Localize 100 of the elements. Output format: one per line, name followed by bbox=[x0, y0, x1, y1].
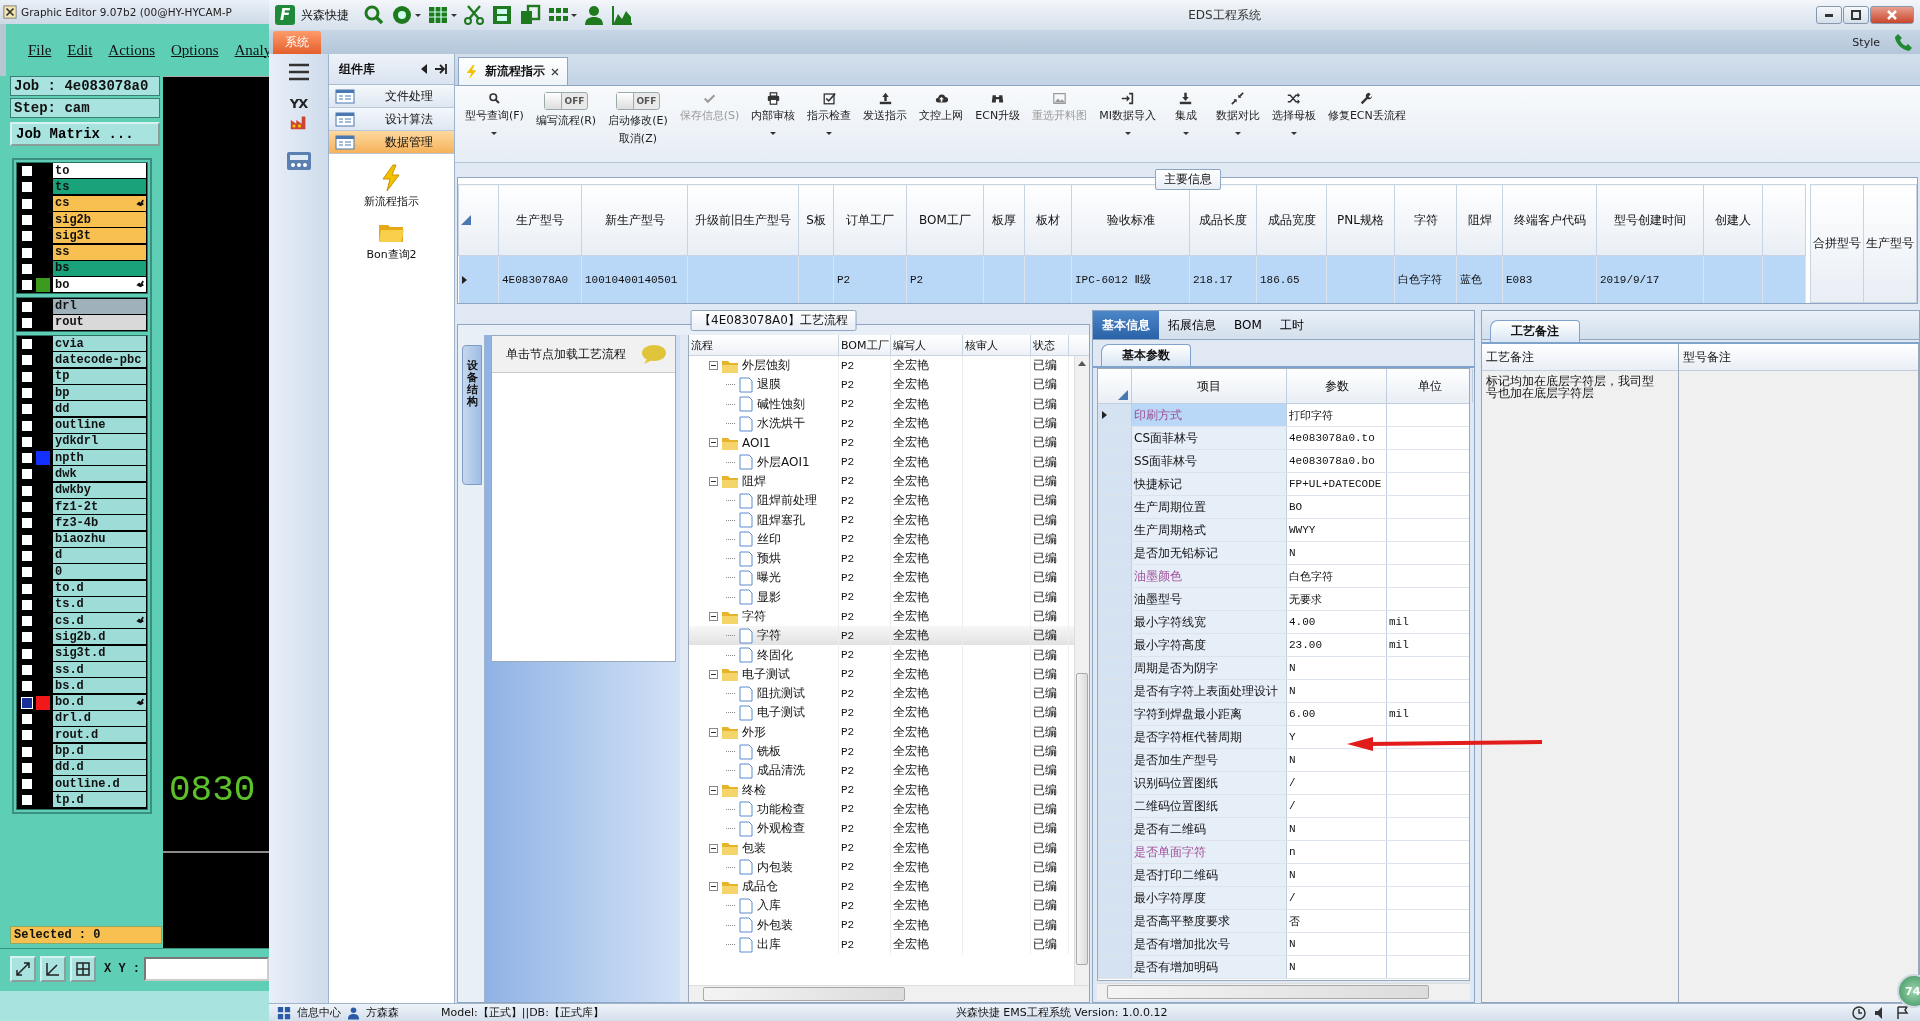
layer-name[interactable]: 0 bbox=[53, 564, 146, 581]
column-header[interactable]: 型号创建时间 bbox=[1596, 184, 1704, 256]
tree-node-label[interactable]: 丝印 bbox=[757, 530, 781, 548]
tree-node-label[interactable]: 包装 bbox=[742, 839, 766, 857]
layer-name[interactable]: rout.d bbox=[53, 727, 146, 744]
collapse-box-icon[interactable] bbox=[709, 727, 718, 737]
collapse-box-icon[interactable] bbox=[709, 669, 718, 679]
caret-icon[interactable] bbox=[770, 132, 777, 135]
toggle-switch[interactable]: OFF bbox=[544, 92, 589, 110]
layer-checkbox[interactable] bbox=[21, 403, 33, 416]
layer-name[interactable]: npth bbox=[53, 450, 146, 467]
column-header[interactable]: BOM工厂 bbox=[906, 184, 984, 256]
tree-node-label[interactable]: 碱性蚀刻 bbox=[757, 395, 805, 413]
flag-icon[interactable] bbox=[1896, 1005, 1910, 1020]
layer-name[interactable]: bp bbox=[53, 385, 146, 401]
layer-checkbox[interactable] bbox=[21, 680, 33, 693]
caret-icon[interactable] bbox=[491, 132, 498, 135]
tree-node-label[interactable]: 终检 bbox=[742, 781, 766, 799]
layer-name[interactable]: fz3-4b bbox=[53, 515, 146, 532]
zoom-tool-button[interactable] bbox=[10, 956, 36, 982]
layer-checkbox[interactable] bbox=[21, 316, 33, 329]
tree-node-label[interactable]: 预烘 bbox=[757, 550, 781, 568]
layer-checkbox[interactable] bbox=[21, 338, 33, 351]
layer-checkbox[interactable] bbox=[21, 214, 33, 227]
layer-checkbox[interactable] bbox=[21, 484, 33, 497]
layer-checkbox[interactable] bbox=[21, 598, 33, 611]
column-header[interactable]: 生产型号 bbox=[498, 184, 582, 256]
layer-checkbox[interactable] bbox=[21, 419, 33, 432]
layer-name[interactable]: drl bbox=[53, 298, 146, 315]
layer-name[interactable]: datecode-pbc bbox=[53, 352, 146, 369]
layer-checkbox[interactable] bbox=[21, 435, 33, 448]
library-item[interactable]: 设计算法 bbox=[329, 108, 454, 131]
layer-name[interactable]: sig3t.d bbox=[53, 645, 146, 662]
close-button[interactable] bbox=[1870, 6, 1914, 24]
factory-logo[interactable]: YX bbox=[281, 96, 316, 136]
layer-checkbox[interactable] bbox=[21, 262, 33, 275]
layer-name[interactable]: sig3t bbox=[53, 228, 146, 245]
section-tab[interactable]: 基本参数 bbox=[1101, 344, 1191, 366]
collapse-icon[interactable] bbox=[419, 63, 428, 75]
tree-node-label[interactable]: 外形 bbox=[742, 723, 766, 741]
layer-name[interactable]: dd bbox=[53, 401, 146, 418]
cancel-button[interactable]: 取消(Z) bbox=[618, 131, 657, 146]
column-header[interactable]: 生产型号 bbox=[1863, 184, 1917, 303]
collapse-box-icon[interactable] bbox=[709, 361, 718, 371]
tree-node-label[interactable]: 水洗烘干 bbox=[757, 415, 805, 433]
column-header[interactable]: 流程 bbox=[689, 335, 839, 355]
column-header[interactable]: 状态 bbox=[1031, 335, 1069, 355]
toolbar-button[interactable]: 选择母板 bbox=[1267, 90, 1320, 137]
menu-item[interactable]: Options bbox=[171, 41, 219, 59]
minimize-button[interactable] bbox=[1816, 6, 1842, 24]
tree-node-label[interactable]: 显影 bbox=[757, 588, 781, 606]
film-icon[interactable] bbox=[491, 4, 513, 26]
tab[interactable]: 拓展信息 bbox=[1159, 311, 1225, 339]
layer-checkbox[interactable] bbox=[21, 615, 33, 628]
tree-node-label[interactable]: 终固化 bbox=[757, 646, 793, 664]
column-header[interactable]: S板 bbox=[798, 184, 834, 256]
layer-checkbox[interactable] bbox=[21, 794, 33, 807]
menu-item[interactable]: File bbox=[28, 41, 52, 59]
caret-icon[interactable] bbox=[826, 132, 833, 135]
layer-checkbox[interactable] bbox=[21, 517, 33, 530]
layer-checkbox[interactable] bbox=[21, 712, 33, 725]
toggle-label[interactable]: 编写流程(R) bbox=[535, 113, 597, 128]
layer-checkbox[interactable] bbox=[21, 387, 33, 399]
style-menu[interactable]: Style bbox=[1852, 35, 1880, 49]
column-header[interactable]: 验收标准 bbox=[1071, 184, 1190, 256]
grid-tool-button[interactable] bbox=[70, 956, 96, 982]
layer-checkbox[interactable] bbox=[21, 745, 33, 758]
tree-node-label[interactable]: AOI1 bbox=[742, 435, 771, 450]
layer-checkbox[interactable] bbox=[21, 246, 33, 259]
toolbar-button[interactable]: 集成 bbox=[1163, 90, 1208, 137]
layer-name[interactable]: tp.d bbox=[53, 792, 146, 809]
layer-checkbox[interactable] bbox=[21, 165, 33, 178]
caret-icon[interactable] bbox=[1182, 132, 1189, 135]
toolbar-button[interactable]: 文控上网 bbox=[915, 90, 968, 125]
collapse-box-icon[interactable] bbox=[709, 882, 718, 892]
column-header[interactable]: 编写人 bbox=[891, 335, 963, 355]
column-header[interactable]: 板材 bbox=[1024, 184, 1072, 256]
xy-field[interactable] bbox=[144, 957, 269, 981]
layer-name[interactable]: cs.d bbox=[53, 613, 146, 630]
search-icon[interactable] bbox=[363, 4, 385, 26]
tree-node-label[interactable]: 电子测试 bbox=[757, 704, 805, 722]
layer-checkbox[interactable] bbox=[21, 664, 33, 677]
toolbar-button[interactable]: 数据对比 bbox=[1211, 90, 1264, 137]
toolbar-button[interactable]: 修复ECN丢流程 bbox=[1323, 90, 1410, 125]
layer-name[interactable]: sig2b bbox=[53, 212, 146, 229]
column-header[interactable]: 型号备注 bbox=[1679, 344, 1918, 371]
layer-checkbox[interactable] bbox=[21, 300, 33, 313]
layer-name[interactable]: dwk bbox=[53, 466, 146, 483]
layer-checkbox[interactable] bbox=[21, 230, 33, 243]
toolbar-button[interactable]: 型号查询(F) bbox=[461, 90, 528, 137]
library-item[interactable]: 数据管理 bbox=[329, 131, 454, 154]
tree-node-label[interactable]: 内包装 bbox=[757, 858, 793, 876]
copy-icon[interactable] bbox=[519, 4, 541, 26]
column-header[interactable]: 工艺备注 bbox=[1482, 344, 1678, 371]
toolbar-button[interactable]: 指示检查 bbox=[803, 90, 856, 137]
clock-icon[interactable] bbox=[1852, 1005, 1866, 1020]
side-tab[interactable]: 设备结构 bbox=[462, 345, 482, 485]
tree-node-label[interactable]: 字符 bbox=[757, 627, 781, 645]
toolbar-button[interactable]: ECN升级 bbox=[971, 90, 1025, 125]
column-header[interactable]: 单位 bbox=[1387, 369, 1473, 403]
